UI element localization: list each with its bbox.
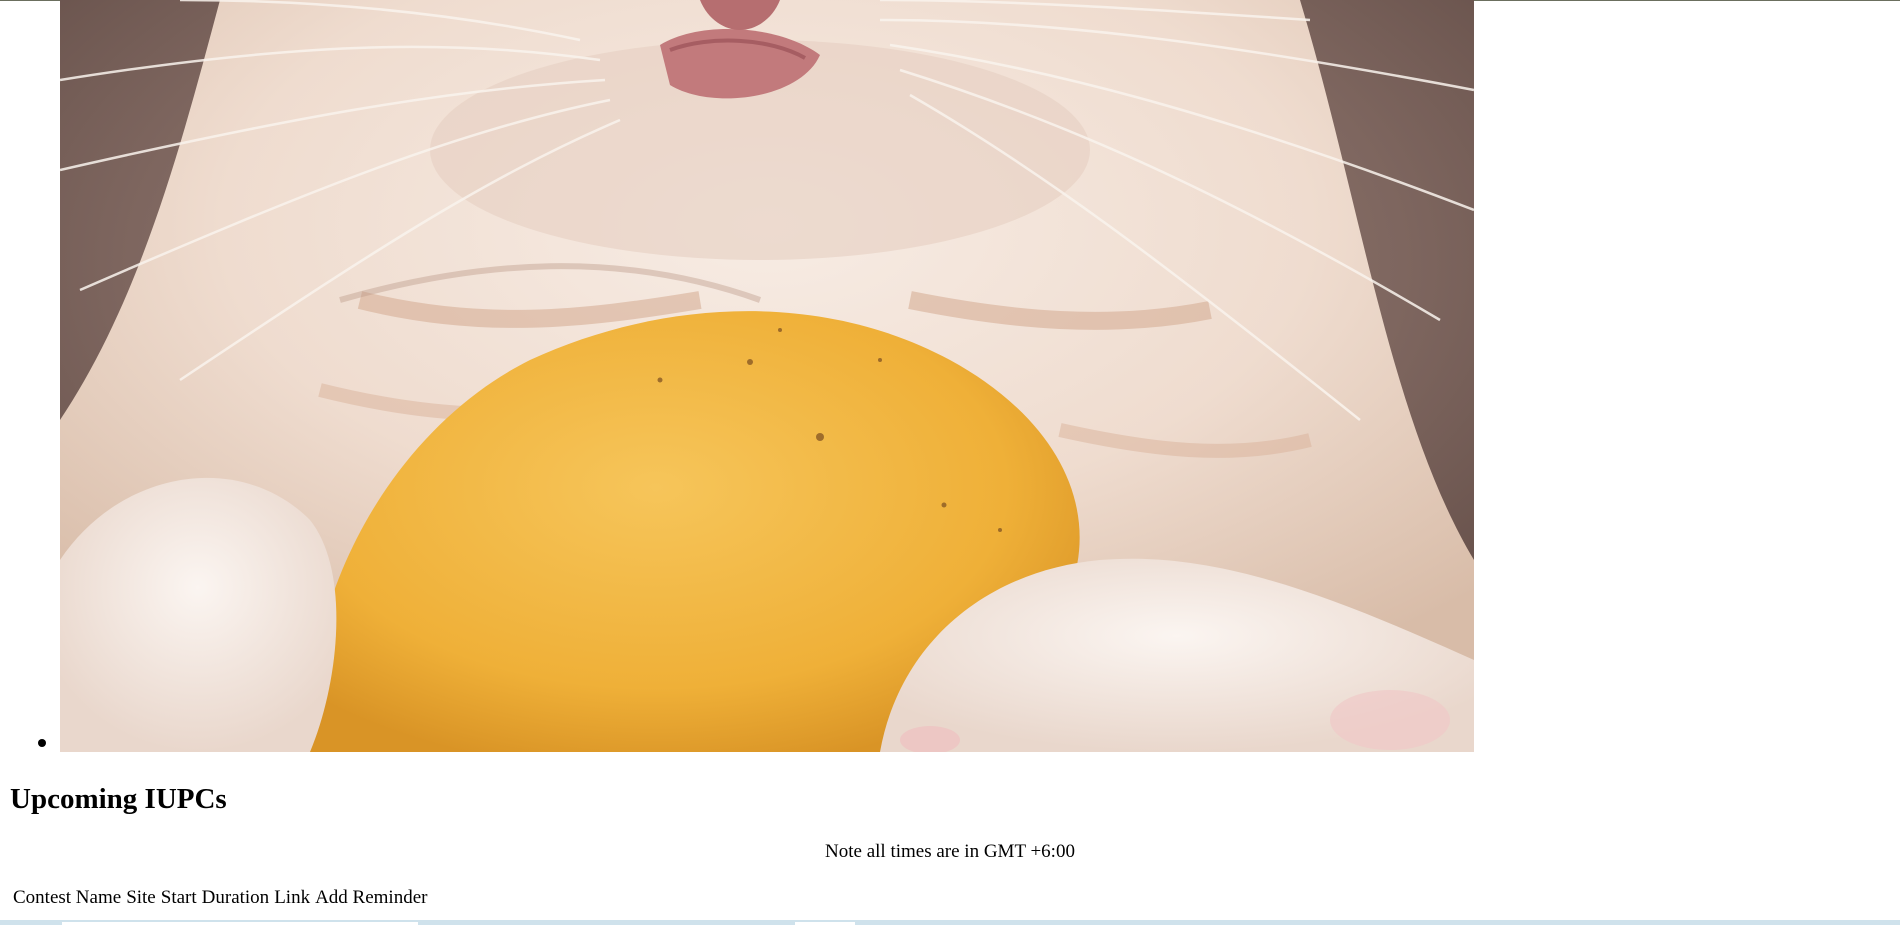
timezone-note: Note all times are in GMT +6:00 — [825, 841, 1075, 862]
table-header-row: Contest Name Site Start Duration Link Ad… — [11, 884, 430, 912]
bottom-edge-strip — [0, 920, 1900, 925]
contest-table: Contest Name Site Start Duration Link Ad… — [11, 884, 430, 912]
kitten-mango-photo — [60, 0, 1474, 752]
column-header-site: Site — [126, 887, 156, 908]
list-bullet — [38, 739, 46, 747]
column-header-add-reminder: Add Reminder — [315, 887, 428, 908]
column-header-link: Link — [274, 887, 311, 908]
page: Upcoming IUPCs Note all times are in GMT… — [0, 0, 1900, 925]
column-header-contest-name: Contest Name — [13, 887, 122, 908]
column-header-start: Start — [160, 887, 197, 908]
section-title: Upcoming IUPCs — [10, 783, 227, 815]
column-header-duration: Duration — [201, 887, 270, 908]
